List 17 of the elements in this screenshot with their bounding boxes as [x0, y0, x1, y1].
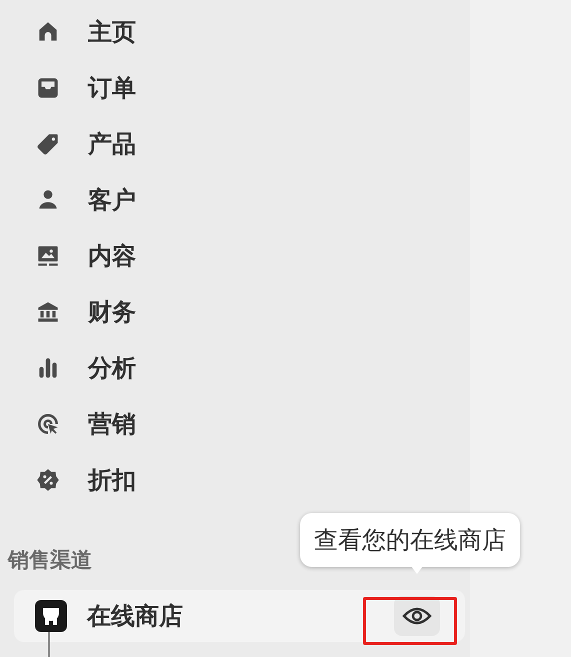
discount-badge-icon[interactable]	[35, 467, 61, 493]
channel-label[interactable]: 在线商店	[87, 600, 183, 632]
nav-item[interactable]: 财务	[88, 296, 136, 328]
store-icon[interactable]	[35, 600, 67, 632]
nav-item[interactable]: 内容	[88, 240, 136, 272]
nav-item[interactable]: 营销	[88, 408, 136, 440]
section-heading: 销售渠道	[8, 547, 92, 574]
nav-item[interactable]: 折扣	[88, 464, 136, 496]
nav-item[interactable]: 产品	[88, 128, 136, 160]
tooltip: 查看您的在线商店	[300, 513, 520, 567]
nav-item[interactable]: 分析	[88, 352, 136, 384]
nav-item[interactable]: 主页	[88, 16, 136, 48]
view-button[interactable]	[394, 596, 440, 636]
nav-item[interactable]: 客户	[88, 184, 136, 216]
channel-row[interactable]: 在线商店	[14, 590, 465, 642]
nav-item[interactable]: 订单	[88, 72, 136, 104]
target-cursor-icon[interactable]	[35, 411, 61, 437]
